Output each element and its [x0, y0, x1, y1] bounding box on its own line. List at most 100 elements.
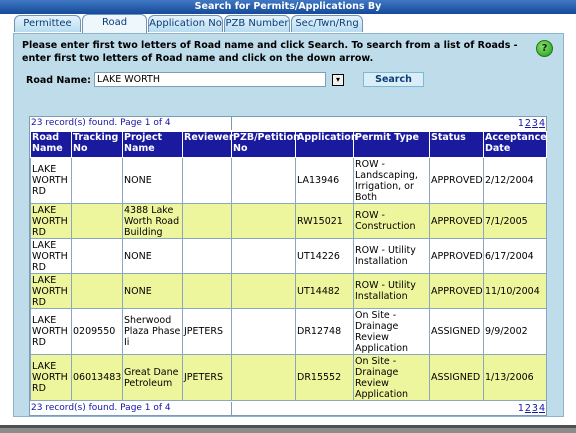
- cell-permit-type: ROW - Utility Installation: [353, 238, 430, 274]
- cell-reviewer: JPETERS: [182, 308, 232, 355]
- cell-permit-type: On Site - Drainage Review Application: [353, 308, 430, 355]
- cell-reviewer: [182, 157, 232, 204]
- page-link-2[interactable]: 2: [525, 403, 531, 414]
- cell-reviewer: JPETERS: [182, 354, 232, 401]
- pager: 1234: [517, 117, 545, 130]
- cell-tracking-no: [71, 203, 123, 239]
- divider: [231, 402, 232, 415]
- road-name-input[interactable]: [94, 72, 326, 87]
- cell-road-name: LAKE WORTH RD: [30, 308, 72, 355]
- search-panel: Please enter first two letters of Road n…: [13, 33, 564, 417]
- app-window: Search for Permits/Applications By Permi…: [0, 0, 576, 433]
- cell-project-name: 4388 Lake Worth Road Building: [122, 203, 183, 239]
- table-row[interactable]: LAKE WORTH RD 06013483 Great Dane Petrol…: [30, 354, 547, 401]
- cell-reviewer: [182, 238, 232, 274]
- cell-acceptance-date: 1/13/2006: [483, 354, 547, 401]
- cell-project-name: Great Dane Petroleum: [122, 354, 183, 401]
- cell-tracking-no: 06013483: [71, 354, 123, 401]
- page-link-1[interactable]: 1: [518, 118, 524, 129]
- tab-road[interactable]: Road: [82, 14, 147, 33]
- column-header[interactable]: Acceptance Date: [483, 131, 547, 158]
- cell-permit-type: ROW - Landscaping, Irrigation, or Both: [353, 157, 430, 204]
- search-instructions: Please enter first two letters of Road n…: [22, 40, 518, 64]
- column-header[interactable]: Status: [429, 131, 484, 158]
- cell-tracking-no: 0209550: [71, 308, 123, 355]
- cell-project-name: NONE: [122, 238, 183, 274]
- cell-acceptance-date: 11/10/2004: [483, 273, 547, 309]
- column-header[interactable]: Permit Type: [353, 131, 430, 158]
- page-link-4[interactable]: 4: [539, 403, 545, 414]
- table-row[interactable]: LAKE WORTH RD 0209550 Sherwood Plaza Pha…: [30, 308, 547, 355]
- cell-permit-type: On Site - Drainage Review Application: [353, 354, 430, 401]
- chevron-down-icon[interactable]: ▾: [332, 74, 344, 86]
- cell-status: ASSIGNED: [429, 354, 484, 401]
- record-count: 23 record(s) found. Page 1 of 4: [31, 118, 171, 128]
- page-link-3[interactable]: 3: [532, 118, 538, 129]
- cell-status: APPROVED: [429, 238, 484, 274]
- cell-pzb-petition-no: [231, 308, 296, 355]
- column-header[interactable]: Application: [295, 131, 358, 158]
- cell-permit-type: ROW - Utility Installation: [353, 273, 430, 309]
- results-header-bar: 23 record(s) found. Page 1 of 4 1234: [30, 117, 546, 130]
- cell-application: DR15552: [295, 354, 354, 401]
- column-header[interactable]: Project Name: [122, 131, 183, 158]
- results-footer-bar: 23 record(s) found. Page 1 of 4 1234: [30, 402, 546, 415]
- tab-permittee[interactable]: Permittee: [14, 15, 81, 32]
- cell-reviewer: [182, 273, 232, 309]
- cell-project-name: NONE: [122, 157, 183, 204]
- table-row[interactable]: LAKE WORTH RD NONE LA13946 ROW - Landsca…: [30, 157, 547, 204]
- cell-acceptance-date: 6/17/2004: [483, 238, 547, 274]
- page-link-2[interactable]: 2: [525, 118, 531, 129]
- cell-tracking-no: [71, 157, 123, 204]
- column-header[interactable]: Reviewer: [182, 131, 234, 158]
- cell-acceptance-date: 2/12/2004: [483, 157, 547, 204]
- table-header-row: Road Name Tracking No Project Name Revie…: [30, 131, 547, 158]
- results-frame: 23 record(s) found. Page 1 of 4 1234 Roa…: [29, 116, 547, 416]
- cell-pzb-petition-no: [231, 354, 296, 401]
- cell-application: UT14482: [295, 273, 354, 309]
- divider: [0, 425, 576, 428]
- cell-tracking-no: [71, 238, 123, 274]
- cell-pzb-petition-no: [231, 157, 296, 204]
- search-button[interactable]: Search: [363, 72, 424, 87]
- cell-road-name: LAKE WORTH RD: [30, 354, 72, 401]
- divider: [231, 117, 232, 130]
- cell-road-name: LAKE WORTH RD: [30, 203, 72, 239]
- cell-status: APPROVED: [429, 157, 484, 204]
- cell-acceptance-date: 7/1/2005: [483, 203, 547, 239]
- cell-road-name: LAKE WORTH RD: [30, 157, 72, 204]
- table-row[interactable]: LAKE WORTH RD NONE UT14226 ROW - Utility…: [30, 238, 547, 274]
- cell-project-name: Sherwood Plaza Phase Ii: [122, 308, 183, 355]
- results-table: Road Name Tracking No Project Name Revie…: [30, 131, 547, 401]
- pager-footer: 1234: [517, 402, 545, 415]
- cell-pzb-petition-no: [231, 273, 296, 309]
- page-link-3[interactable]: 3: [532, 403, 538, 414]
- cell-road-name: LAKE WORTH RD: [30, 273, 72, 309]
- cell-status: ASSIGNED: [429, 308, 484, 355]
- cell-project-name: NONE: [122, 273, 183, 309]
- cell-reviewer: [182, 203, 232, 239]
- column-header[interactable]: PZB/Petition No: [231, 131, 300, 158]
- column-header[interactable]: Road Name: [30, 131, 72, 158]
- help-icon[interactable]: ?: [536, 40, 553, 57]
- tab-sec-twn-rng[interactable]: Sec/Twn/Rng: [291, 15, 363, 32]
- cell-permit-type: ROW - Construction: [353, 203, 430, 239]
- cell-status: APPROVED: [429, 273, 484, 309]
- page-link-1[interactable]: 1: [518, 403, 524, 414]
- window-title: Search for Permits/Applications By: [0, 0, 576, 14]
- cell-application: RW15021: [295, 203, 354, 239]
- cell-pzb-petition-no: [231, 203, 296, 239]
- cell-acceptance-date: 9/9/2002: [483, 308, 547, 355]
- tab-pzb-number[interactable]: PZB Number: [224, 15, 290, 32]
- column-header[interactable]: Tracking No: [71, 131, 123, 158]
- window-bottom-border: [0, 425, 576, 433]
- table-row[interactable]: LAKE WORTH RD 4388 Lake Worth Road Build…: [30, 203, 547, 239]
- cell-application: LA13946: [295, 157, 354, 204]
- record-count-footer: 23 record(s) found. Page 1 of 4: [31, 403, 171, 413]
- cell-tracking-no: [71, 273, 123, 309]
- road-name-label: Road Name:: [26, 75, 91, 86]
- tab-bar: Permittee Road Application No PZB Number…: [0, 14, 576, 33]
- tab-application-no[interactable]: Application No: [148, 15, 223, 32]
- page-link-4[interactable]: 4: [539, 118, 545, 129]
- table-row[interactable]: LAKE WORTH RD NONE UT14482 ROW - Utility…: [30, 273, 547, 309]
